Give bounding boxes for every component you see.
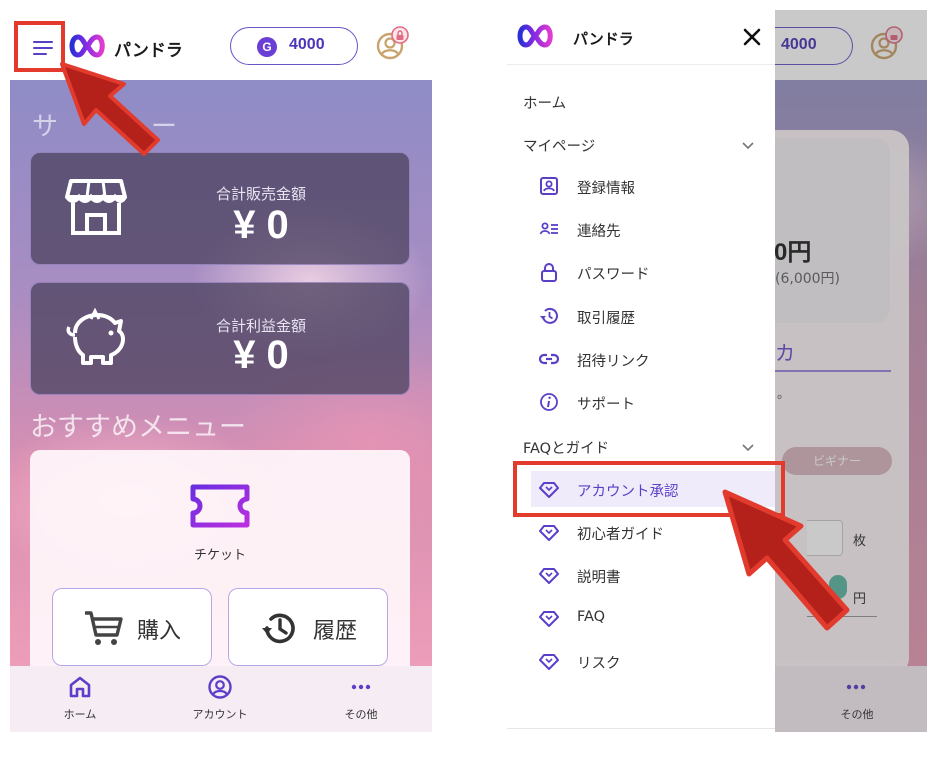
- drawer-item-invite-link[interactable]: 招待リンク: [531, 341, 775, 377]
- drawer-item-label: サポート: [577, 397, 635, 413]
- total-sales-label: 合計販売金額: [215, 185, 306, 203]
- drawer-item-password[interactable]: パスワード: [531, 254, 775, 290]
- nav-account[interactable]: アカウント: [175, 674, 265, 722]
- drawer-mypage[interactable]: マイページ: [523, 135, 595, 156]
- drawer-item-label: 説明書: [577, 570, 621, 586]
- gem-balance-button[interactable]: G 4000: [230, 27, 358, 65]
- menu-bar-icon: [33, 41, 53, 43]
- total-profit-card[interactable]: 合計利益金額 ¥ 0: [30, 282, 410, 395]
- lock-icon: [541, 263, 557, 282]
- more-icon: [351, 684, 371, 690]
- drawer-home[interactable]: ホーム: [523, 92, 566, 113]
- pandora-logo-icon: [517, 24, 553, 48]
- drawer-item-support[interactable]: サポート: [531, 384, 775, 420]
- purchase-label: 購入: [137, 619, 182, 644]
- pointer-arrow-icon: [722, 489, 850, 631]
- recommended-menu-panel: チケット 購入 履歴: [30, 450, 410, 690]
- total-sales-value: ¥ 0: [233, 203, 289, 247]
- home-icon: [69, 676, 91, 698]
- user-avatar-icon[interactable]: [375, 26, 411, 62]
- bottom-nav: ホーム アカウント その他: [10, 666, 432, 732]
- link-icon: [539, 353, 559, 365]
- drawer-faq-guide[interactable]: FAQとガイド: [523, 437, 609, 458]
- drawer-item-label: 取引履歴: [577, 311, 635, 327]
- nav-more-label: その他: [344, 708, 378, 721]
- drawer-item-label: 登録情報: [577, 181, 635, 197]
- chevron-down-icon[interactable]: [741, 443, 755, 453]
- cart-icon: [85, 611, 123, 645]
- nav-home-label: ホーム: [63, 708, 97, 721]
- chevron-down-icon[interactable]: [741, 141, 755, 151]
- pointer-arrow-icon: [60, 62, 160, 156]
- menu-bar-icon: [33, 47, 53, 49]
- left-screen: パンドラ G 4000 サー 合計販売金額 ¥ 0 合計利益金額 ¥ 0 おすす…: [10, 10, 432, 732]
- nav-home[interactable]: ホーム: [35, 674, 125, 722]
- profile-icon: [540, 177, 558, 195]
- total-sales-card[interactable]: 合計販売金額 ¥ 0: [30, 152, 410, 265]
- drawer-item-label: パスワード: [577, 267, 650, 283]
- drawer-item-label: 招待リンク: [577, 354, 650, 370]
- drawer-item-transactions[interactable]: 取引履歴: [531, 298, 775, 334]
- store-icon: [65, 179, 127, 235]
- right-screen: 4000 0円 (6,000円) カ 。 ビギナー 枚 円 その他 パンドラ ホ…: [507, 10, 927, 732]
- diamond-icon: [539, 525, 559, 541]
- info-icon: [540, 393, 558, 411]
- ticket-icon[interactable]: [190, 484, 250, 528]
- pandora-logo-icon: [69, 34, 105, 58]
- drawer-item-label: 連絡先: [577, 224, 621, 240]
- recommended-menu-title: おすすめメニュー: [30, 412, 246, 442]
- nav-account-label: アカウント: [192, 708, 248, 721]
- drawer-item-risk[interactable]: リスク: [531, 643, 775, 679]
- drawer-divider: [507, 728, 775, 729]
- menu-bar-icon: [33, 53, 47, 55]
- drawer-brand-name: パンドラ: [573, 30, 634, 48]
- drawer-item-label: 初心者ガイド: [577, 527, 664, 543]
- drawer-item-contacts[interactable]: 連絡先: [531, 211, 775, 247]
- total-profit-value: ¥ 0: [233, 333, 289, 377]
- gem-coin-icon: G: [257, 37, 277, 57]
- ticket-label: チケット: [193, 548, 246, 563]
- close-icon[interactable]: [739, 24, 765, 50]
- gem-balance-value: 4000: [289, 36, 325, 53]
- contact-icon: [539, 222, 558, 235]
- history-icon: [262, 613, 295, 644]
- history-icon: [540, 307, 558, 324]
- nav-more[interactable]: その他: [316, 674, 406, 722]
- drawer-item-label: リスク: [577, 656, 621, 672]
- diamond-icon: [539, 654, 559, 670]
- piggy-bank-icon: [66, 307, 125, 365]
- drawer-header: パンドラ: [507, 10, 775, 65]
- history-label: 履歴: [313, 619, 358, 644]
- diamond-icon: [539, 568, 559, 584]
- diamond-icon: [539, 611, 559, 627]
- account-icon: [208, 675, 232, 699]
- purchase-button[interactable]: 購入: [52, 588, 212, 666]
- history-button[interactable]: 履歴: [228, 588, 388, 666]
- drawer-item-registration[interactable]: 登録情報: [531, 168, 775, 204]
- drawer-item-label: FAQ: [577, 609, 606, 625]
